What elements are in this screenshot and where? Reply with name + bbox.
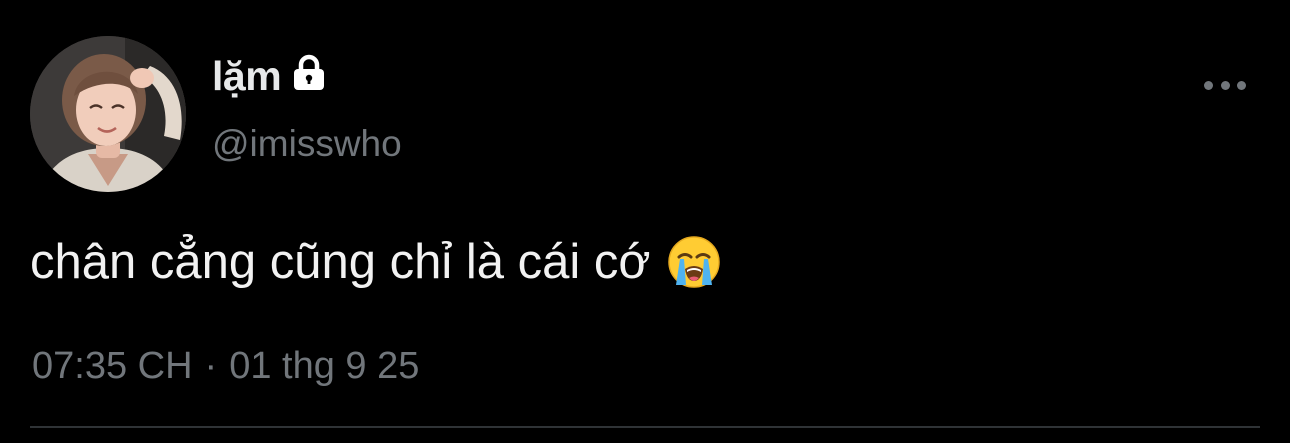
display-name-row[interactable]: lặm <box>212 52 329 100</box>
loudly-crying-face-icon <box>667 235 721 289</box>
more-horizontal-icon-dot <box>1204 80 1213 90</box>
user-handle[interactable]: @imisswho <box>212 122 402 166</box>
more-options-button[interactable] <box>1204 70 1246 100</box>
tweet-detail: lặm @imisswho chân cẳng cũng chỉ là cái … <box>0 0 1290 443</box>
divider <box>30 426 1260 428</box>
profile-photo-icon <box>30 36 186 192</box>
tweet-text-body: chân cẳng cũng chỉ là cái cớ <box>30 235 651 289</box>
tweet-time[interactable]: 07:35 CH <box>32 345 193 387</box>
tweet-text: chân cẳng cũng chỉ là cái cớ <box>30 230 721 294</box>
more-horizontal-icon-dot <box>1220 80 1230 90</box>
tweet-date[interactable]: 01 thg 9 25 <box>229 345 419 387</box>
separator-dot: · <box>204 345 218 387</box>
avatar[interactable] <box>30 36 186 192</box>
display-name[interactable]: lặm <box>212 52 282 100</box>
lock-icon <box>289 52 329 92</box>
more-horizontal-icon-dot <box>1237 80 1246 90</box>
tweet-timestamp[interactable]: 07:35 CH · 01 thg 9 25 <box>32 343 419 389</box>
